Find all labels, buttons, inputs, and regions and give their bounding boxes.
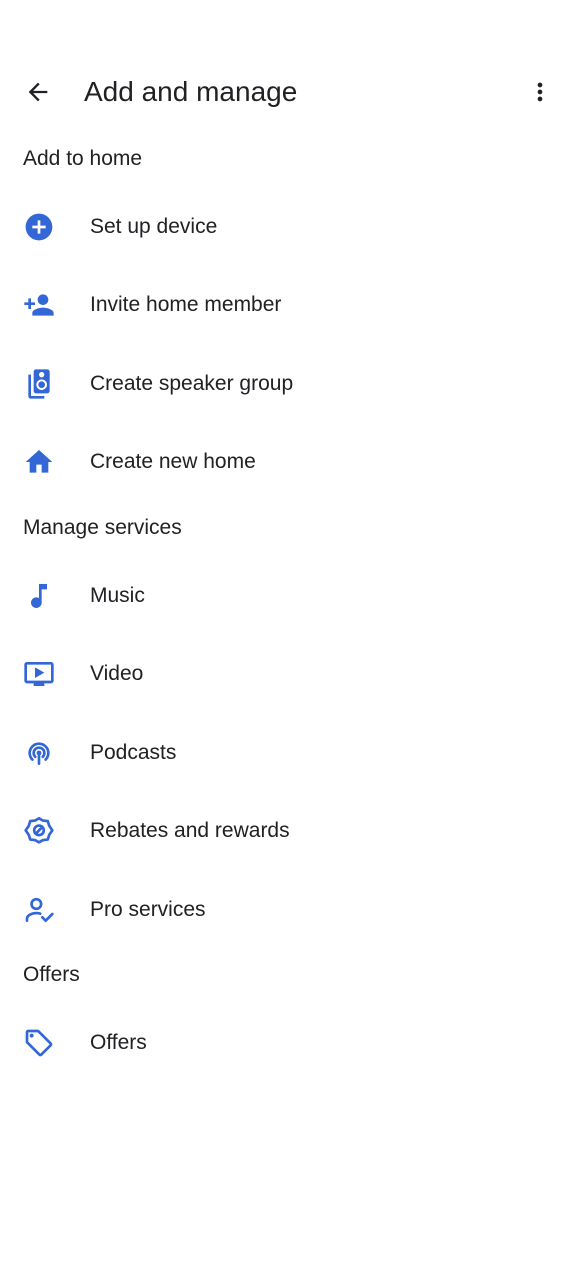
home-icon (23, 446, 55, 478)
invite-home-member-label: Invite home member (90, 293, 282, 316)
section-header-manage-services: Manage services (23, 516, 182, 539)
video-item[interactable]: Video (0, 635, 576, 713)
offers-label: Offers (90, 1031, 147, 1054)
set-up-device-item[interactable]: Set up device (0, 188, 576, 266)
pro-services-item[interactable]: Pro services (0, 871, 576, 949)
video-label: Video (90, 662, 144, 685)
back-button[interactable] (14, 68, 62, 116)
app-bar: Add and manage (0, 56, 576, 128)
invite-home-member-item[interactable]: Invite home member (0, 266, 576, 344)
music-item[interactable]: Music (0, 557, 576, 635)
music-note-icon (23, 580, 55, 612)
pro-services-icon (23, 894, 55, 926)
pro-services-label: Pro services (90, 898, 206, 921)
podcasts-item[interactable]: Podcasts (0, 714, 576, 792)
speaker-group-icon (23, 368, 55, 400)
tag-icon (23, 1027, 55, 1059)
page-title: Add and manage (84, 76, 298, 107)
more-vert-icon (526, 78, 554, 106)
rebates-and-rewards-label: Rebates and rewards (90, 819, 290, 842)
create-speaker-group-label: Create speaker group (90, 372, 294, 395)
music-label: Music (90, 584, 145, 607)
podcasts-icon (23, 737, 55, 769)
arrow-back-icon (24, 78, 52, 106)
section-header-add-to-home: Add to home (23, 147, 143, 170)
create-new-home-item[interactable]: Create new home (0, 423, 576, 501)
video-icon (23, 658, 55, 690)
rebates-and-rewards-item[interactable]: Rebates and rewards (0, 792, 576, 870)
podcasts-label: Podcasts (90, 741, 177, 764)
create-speaker-group-item[interactable]: Create speaker group (0, 345, 576, 423)
set-up-device-label: Set up device (90, 215, 218, 238)
create-new-home-label: Create new home (90, 450, 256, 473)
offers-item[interactable]: Offers (0, 1004, 576, 1082)
add-circle-icon (23, 211, 55, 243)
person-add-icon (23, 289, 55, 321)
section-header-offers: Offers (23, 963, 80, 986)
more-options-button[interactable] (516, 68, 564, 116)
rewards-icon (23, 815, 55, 847)
